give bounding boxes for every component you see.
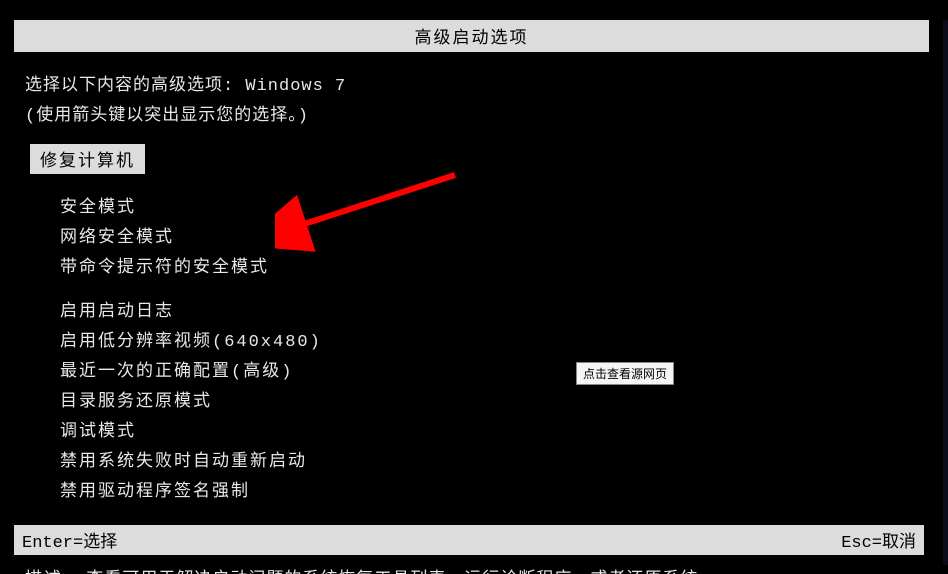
menu-item-debug-mode[interactable]: 调试模式: [60, 416, 918, 442]
menu-group-safe-mode: 安全模式 网络安全模式 带命令提示符的安全模式: [60, 192, 918, 278]
menu-item-boot-logging[interactable]: 启用启动日志: [60, 296, 918, 322]
content-area: 选择以下内容的高级选项: Windows 7 (使用箭头键以突出显示您的选择。)…: [0, 52, 943, 574]
footer-enter: Enter=选择: [22, 527, 117, 553]
menu-item-ds-restore[interactable]: 目录服务还原模式: [60, 386, 918, 412]
source-page-tooltip[interactable]: 点击查看源网页: [576, 362, 674, 385]
description-text: 查看可用于解决启动问题的系统恢复工具列表，运行诊断程序，或者还原系统。: [86, 571, 716, 574]
menu-item-last-known-good[interactable]: 最近一次的正确配置(高级): [60, 356, 918, 382]
menu-item-safe-mode-command[interactable]: 带命令提示符的安全模式: [60, 252, 918, 278]
menu-item-safe-mode-networking[interactable]: 网络安全模式: [60, 222, 918, 248]
description-row: 描述: 查看可用于解决启动问题的系统恢复工具列表，运行诊断程序，或者还原系统。: [25, 564, 918, 574]
menu-item-disable-auto-restart[interactable]: 禁用系统失败时自动重新启动: [60, 446, 918, 472]
prompt-line-2: (使用箭头键以突出显示您的选择。): [25, 100, 918, 126]
menu-item-repair-computer[interactable]: 修复计算机: [30, 144, 145, 174]
menu-item-safe-mode[interactable]: 安全模式: [60, 192, 918, 218]
menu-item-disable-driver-sig[interactable]: 禁用驱动程序签名强制: [60, 476, 918, 502]
menu-group-advanced: 启用启动日志 启用低分辨率视频(640x480) 最近一次的正确配置(高级) 目…: [60, 296, 918, 502]
footer-bar: Enter=选择 Esc=取消: [14, 525, 924, 555]
tooltip-text: 点击查看源网页: [583, 367, 667, 381]
menu-item-low-res-video[interactable]: 启用低分辨率视频(640x480): [60, 326, 918, 352]
title-bar: 高级启动选项: [14, 20, 929, 52]
page-title: 高级启动选项: [415, 30, 529, 49]
description-label: 描述:: [25, 571, 75, 574]
footer-esc: Esc=取消: [841, 527, 916, 553]
prompt-line-1: 选择以下内容的高级选项: Windows 7: [25, 70, 918, 96]
